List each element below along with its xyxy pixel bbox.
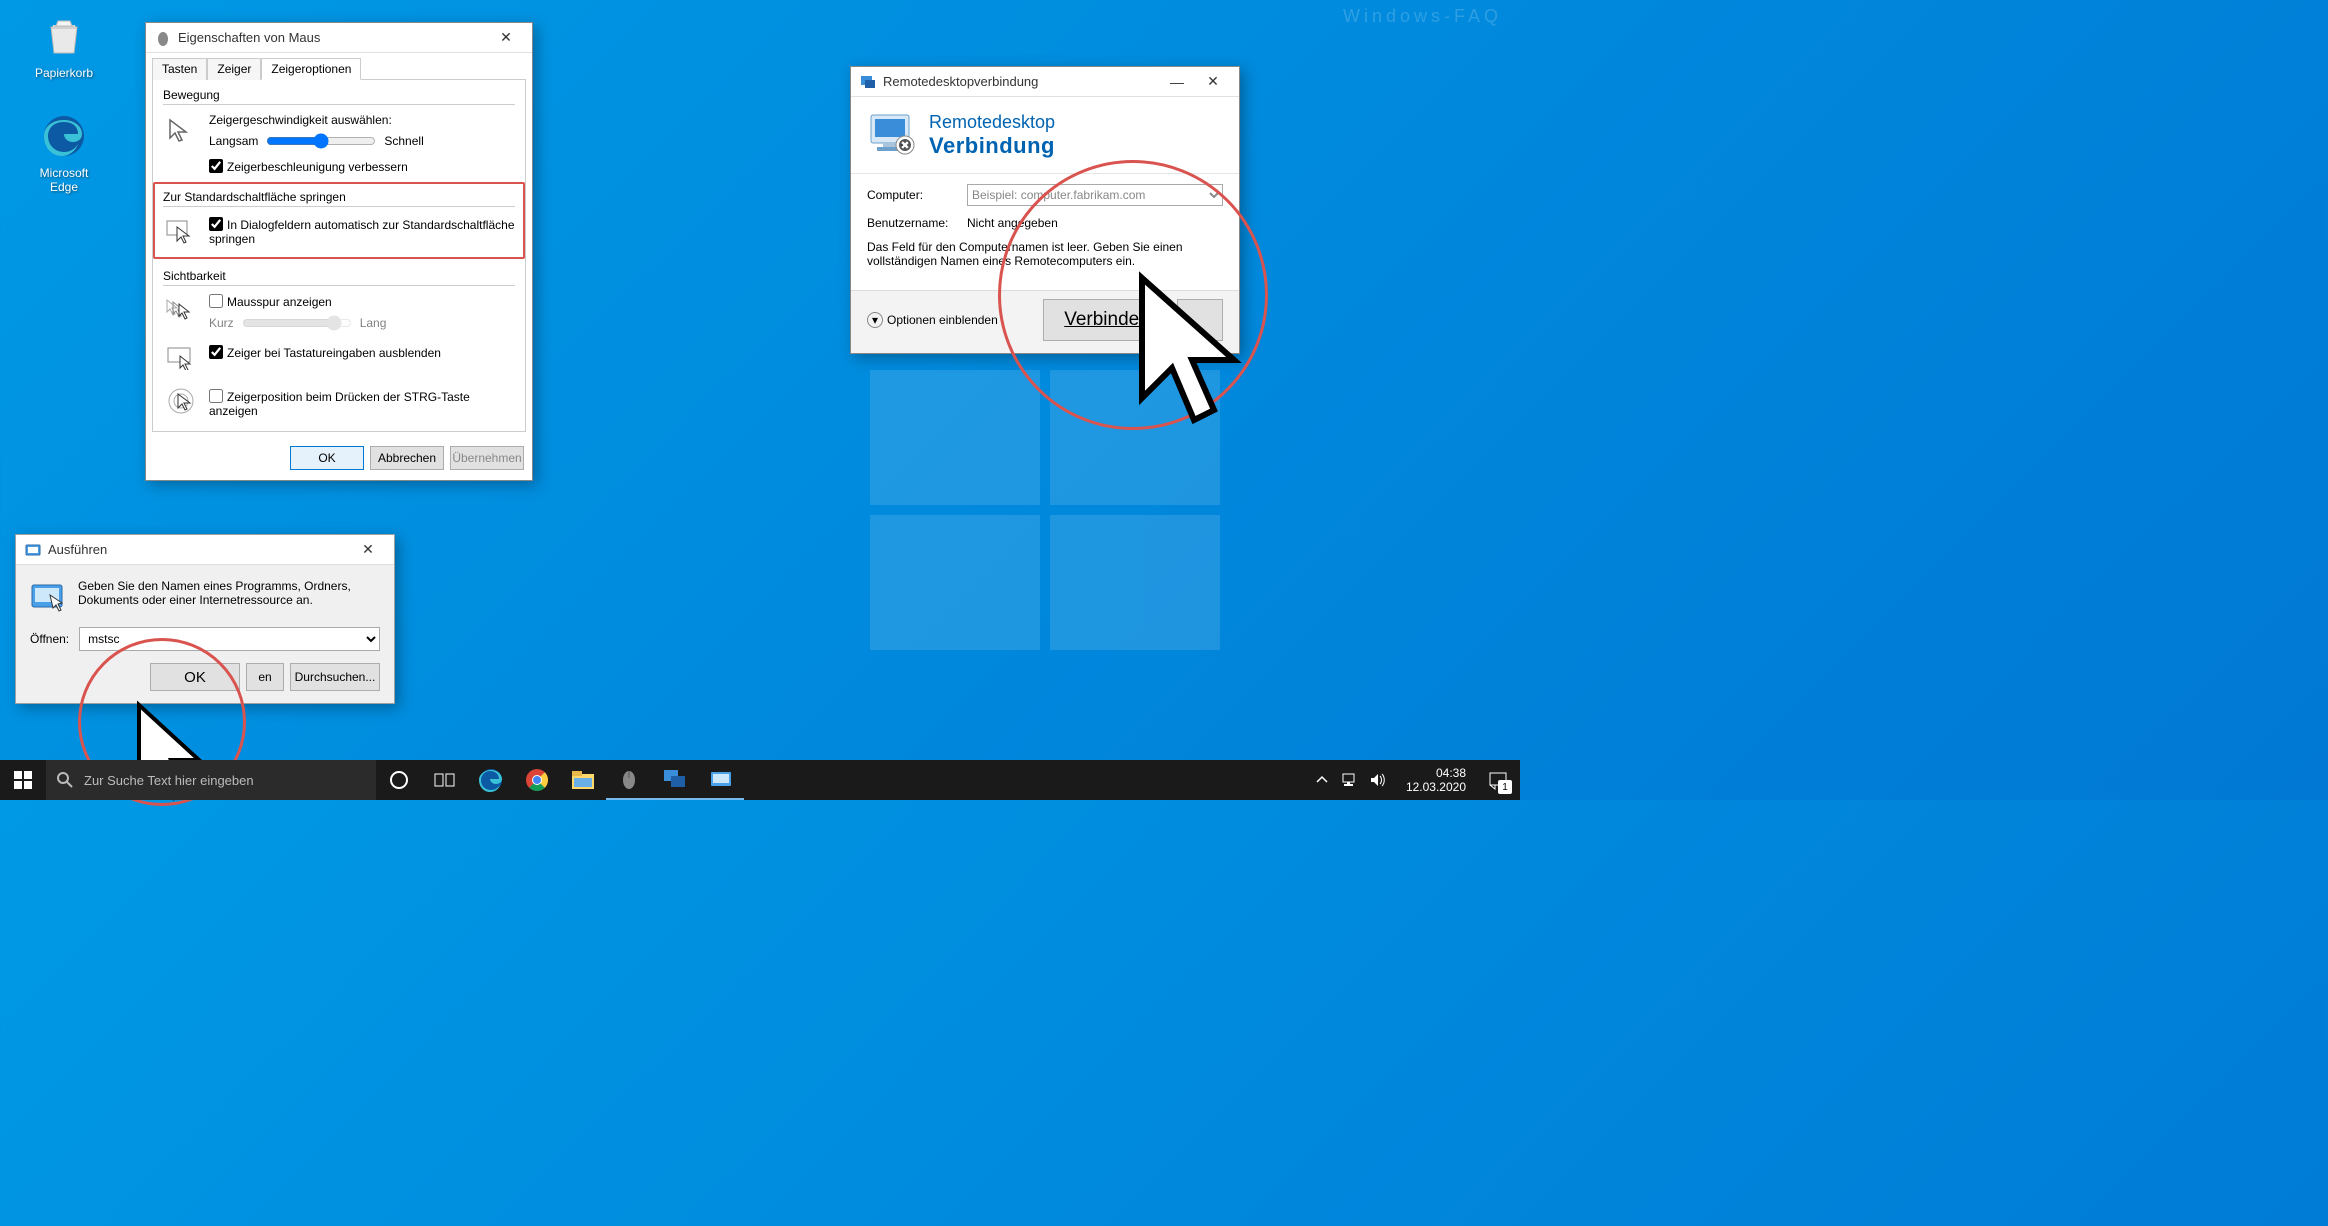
rdp-dialog: Remotedesktopverbindung — ✕ ✖ Remotedesk… — [850, 66, 1240, 354]
group-visibility-label: Sichtbarkeit — [163, 269, 515, 283]
close-button[interactable]: ✕ — [488, 25, 524, 51]
rdp-titlebar-icon — [859, 73, 877, 91]
edge-icon[interactable]: Microsoft Edge — [24, 110, 104, 194]
cancel-button[interactable]: Abbrechen — [370, 446, 444, 470]
group-snap-label: Zur Standardschaltfläche springen — [163, 190, 515, 204]
rdp-title: Remotedesktopverbindung — [883, 74, 1159, 89]
open-field[interactable]: mstsc — [79, 627, 380, 651]
taskbar-clock[interactable]: 04:38 12.03.2020 — [1396, 766, 1476, 794]
snap-to-highlight: Zur Standardschaltfläche springen In Dia… — [153, 182, 525, 259]
run-body-icon — [30, 579, 66, 615]
search-icon — [56, 771, 74, 789]
rdp-header-icon: ✖ — [867, 111, 919, 159]
username-value: Nicht angegeben — [967, 216, 1058, 230]
computer-field[interactable]: Beispiel: computer.fabrikam.com — [967, 184, 1223, 206]
notification-count: 1 — [1498, 780, 1512, 794]
dialog-buttons: OK Abbrechen Übernehmen — [146, 438, 532, 480]
start-button[interactable] — [0, 760, 46, 800]
run-cancel-button[interactable]: en — [246, 663, 284, 691]
taskbar-app-run[interactable] — [698, 760, 744, 800]
watermark-text: Windows-FAQ — [1343, 6, 1502, 27]
cortana-button[interactable] — [376, 760, 422, 800]
titlebar[interactable]: Ausführen ✕ — [16, 535, 394, 565]
rdp-hint: Das Feld für den Computernamen ist leer.… — [867, 240, 1223, 268]
apply-button: Übernehmen — [450, 446, 524, 470]
svg-text:✖: ✖ — [900, 140, 909, 152]
run-title: Ausführen — [48, 542, 350, 557]
tabs: Tasten Zeiger Zeigeroptionen — [152, 57, 526, 79]
tray-network-icon[interactable] — [1340, 770, 1360, 790]
trails-checkbox[interactable]: Mausspur anzeigen — [209, 295, 332, 309]
trails-long-label: Lang — [360, 316, 387, 330]
minimize-button[interactable]: — — [1159, 69, 1195, 95]
tray-chevron-up-icon[interactable] — [1312, 770, 1332, 790]
titlebar[interactable]: Eigenschaften von Maus ✕ — [146, 23, 532, 53]
clock-time: 04:38 — [1406, 766, 1466, 780]
snap-to-checkbox[interactable]: In Dialogfeldern automatisch zur Standar… — [209, 218, 515, 246]
recycle-bin-icon[interactable]: Papierkorb — [24, 10, 104, 80]
ctrl-locate-checkbox[interactable]: Zeigerposition beim Drücken der STRG-Tas… — [209, 390, 470, 418]
close-button[interactable]: ✕ — [350, 537, 386, 563]
taskbar-app-mouse[interactable] — [606, 760, 652, 800]
run-ok-button[interactable]: OK — [150, 663, 240, 691]
edge-label: Microsoft Edge — [24, 166, 104, 194]
tab-zeigeroptionen[interactable]: Zeigeroptionen — [261, 58, 361, 80]
show-options-link[interactable]: ▾ Optionen einblenden — [867, 312, 998, 328]
mouse-icon — [154, 29, 172, 47]
connect-button[interactable]: Verbinden — [1043, 299, 1171, 341]
open-label: Öffnen: — [30, 632, 69, 646]
taskbar-app-rdp[interactable] — [652, 760, 698, 800]
rdp-head-line1: Remotedesktop — [929, 112, 1055, 133]
windows-logo-bg — [870, 370, 1240, 670]
snap-icon — [163, 215, 199, 251]
run-icon — [24, 541, 42, 559]
ctrl-locate-icon — [163, 383, 199, 419]
hide-typing-icon — [163, 339, 199, 375]
trails-icon — [163, 294, 199, 330]
titlebar[interactable]: Remotedesktopverbindung — ✕ — [851, 67, 1239, 97]
rdp-head-line2: Verbindung — [929, 133, 1055, 159]
close-button[interactable]: ✕ — [1195, 69, 1231, 95]
mouse-properties-dialog: Eigenschaften von Maus ✕ Tasten Zeiger Z… — [145, 22, 533, 481]
clock-date: 12.03.2020 — [1406, 780, 1466, 794]
dialog-title: Eigenschaften von Maus — [178, 30, 488, 45]
trails-slider — [242, 315, 352, 331]
search-placeholder: Zur Suche Text hier eingeben — [84, 773, 254, 788]
computer-label: Computer: — [867, 188, 957, 202]
recycle-bin-label: Papierkorb — [24, 66, 104, 80]
username-label: Benutzername: — [867, 216, 957, 230]
cursor-speed-icon — [163, 113, 199, 149]
speed-label: Zeigergeschwindigkeit auswählen: — [209, 113, 515, 127]
taskbar-search[interactable]: Zur Suche Text hier eingeben — [46, 760, 376, 800]
taskbar: Zur Suche Text hier eingeben 04:38 12.03… — [0, 760, 1520, 800]
taskview-button[interactable] — [422, 760, 468, 800]
tab-body: Bewegung Zeigergeschwindigkeit auswählen… — [152, 79, 526, 432]
hide-typing-checkbox[interactable]: Zeiger bei Tastatureingaben ausblenden — [209, 346, 441, 360]
taskbar-app-explorer[interactable] — [560, 760, 606, 800]
run-dialog: Ausführen ✕ Geben Sie den Namen eines Pr… — [15, 534, 395, 704]
rdp-header: ✖ Remotedesktop Verbindung — [851, 97, 1239, 174]
group-motion-label: Bewegung — [163, 88, 515, 102]
taskbar-app-chrome[interactable] — [514, 760, 560, 800]
chevron-down-icon: ▾ — [867, 312, 883, 328]
run-description: Geben Sie den Namen eines Programms, Ord… — [78, 579, 380, 615]
slow-label: Langsam — [209, 134, 258, 148]
tray-volume-icon[interactable] — [1368, 770, 1388, 790]
enhance-precision-checkbox[interactable]: Zeigerbeschleunigung verbessern — [209, 160, 408, 174]
notification-button[interactable]: 1 — [1476, 760, 1520, 800]
fast-label: Schnell — [384, 134, 423, 148]
trails-short-label: Kurz — [209, 316, 234, 330]
tab-tasten[interactable]: Tasten — [152, 58, 207, 80]
run-browse-button[interactable]: Durchsuchen... — [290, 663, 380, 691]
tab-zeiger[interactable]: Zeiger — [207, 58, 261, 80]
help-button[interactable] — [1177, 299, 1223, 341]
system-tray — [1304, 760, 1396, 800]
taskbar-app-edge[interactable] — [468, 760, 514, 800]
speed-slider[interactable] — [266, 133, 376, 149]
ok-button[interactable]: OK — [290, 446, 364, 470]
